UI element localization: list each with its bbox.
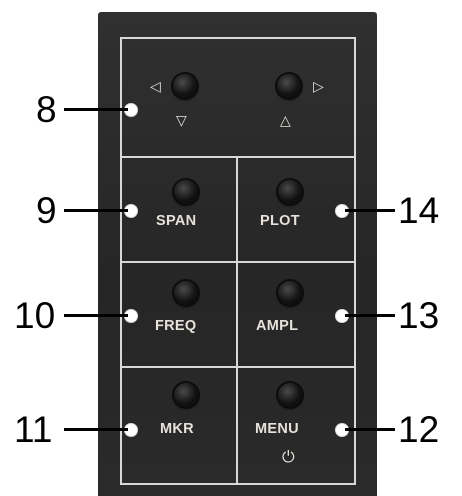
down-arrow-icon: ▽ (176, 112, 187, 128)
menu-button[interactable] (278, 383, 302, 407)
leader-line-12 (345, 428, 395, 431)
grid-line-bottom (120, 483, 356, 485)
leader-line-11 (64, 428, 128, 431)
grid-line-top (120, 37, 356, 39)
leader-line-10 (64, 314, 128, 317)
callout-11: 11 (14, 409, 53, 450)
freq-button[interactable] (174, 281, 198, 305)
span-button[interactable] (174, 180, 198, 204)
ampl-button[interactable] (278, 281, 302, 305)
grid-line-row-1 (120, 156, 356, 158)
right-arrow-icon: ▷ (313, 78, 324, 94)
mkr-label: MKR (160, 421, 194, 437)
ampl-label: AMPL (256, 318, 299, 334)
mkr-button[interactable] (174, 383, 198, 407)
right-up-arrow-button[interactable] (277, 74, 301, 98)
callout-9: 9 (36, 190, 57, 231)
callout-12: 12 (398, 409, 440, 450)
left-down-arrow-button[interactable] (173, 74, 197, 98)
grid-line-row-3 (120, 366, 356, 368)
up-arrow-icon: △ (280, 112, 291, 128)
callout-8: 8 (36, 89, 57, 130)
power-icon: ⏻ (282, 447, 295, 466)
menu-label: MENU (255, 421, 299, 437)
leader-line-9 (64, 209, 128, 212)
callout-13: 13 (398, 295, 440, 336)
grid-line-center (236, 156, 238, 485)
left-arrow-icon: ◁ (150, 78, 161, 94)
plot-label: PLOT (260, 213, 300, 229)
leader-line-8 (64, 108, 128, 111)
callout-14: 14 (398, 190, 440, 231)
span-label: SPAN (156, 213, 197, 229)
plot-button[interactable] (278, 180, 302, 204)
grid-line-row-2 (120, 261, 356, 263)
leader-line-14 (345, 209, 395, 212)
callout-10: 10 (14, 295, 56, 336)
leader-line-13 (345, 314, 395, 317)
freq-label: FREQ (155, 318, 197, 334)
